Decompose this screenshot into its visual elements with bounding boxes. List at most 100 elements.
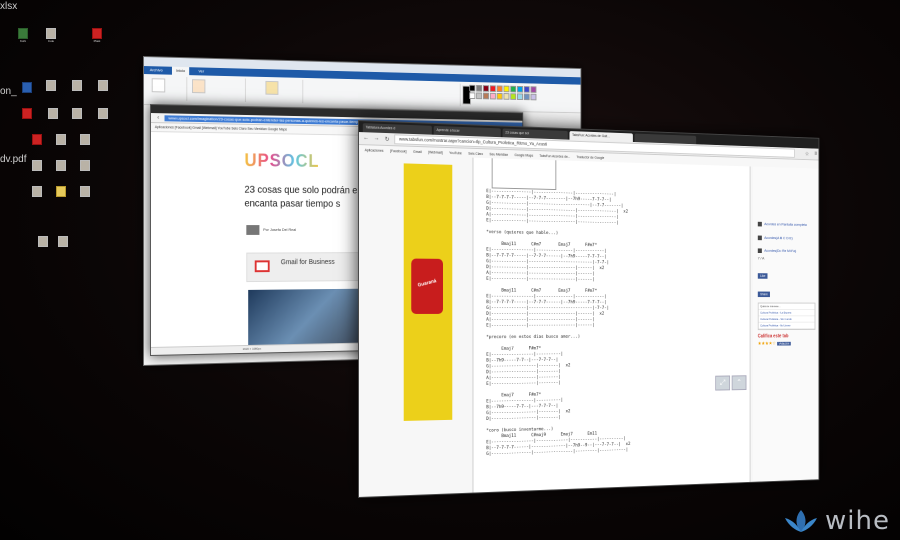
file-icon (22, 82, 32, 93)
desktop-icon[interactable] (24, 186, 50, 198)
color-swatch[interactable] (483, 85, 489, 92)
view-count: 7 / A (757, 255, 765, 261)
desktop-icon[interactable] (48, 134, 74, 146)
desktop-icon-label: Plast (93, 40, 101, 43)
desktop-icon[interactable] (50, 236, 76, 248)
color-swatch[interactable] (530, 93, 537, 101)
article-author: Por Josefa Del Real (246, 225, 296, 235)
stars[interactable]: ★★★★☆ (758, 341, 776, 347)
bookmark-item[interactable]: [Webmail] (428, 150, 442, 154)
chord-box (491, 158, 557, 191)
bookmark-item[interactable]: [Facebook] (390, 149, 406, 154)
desktop-icon[interactable] (24, 160, 50, 172)
select-icon[interactable] (192, 79, 206, 94)
gmail-ad[interactable]: Gmail for Business (246, 252, 368, 283)
file-icon (58, 236, 68, 247)
color-swatch[interactable] (489, 85, 496, 92)
color-swatch[interactable] (510, 85, 517, 93)
file-icon (32, 186, 42, 197)
color-swatch[interactable] (523, 93, 530, 101)
sidebar: Acordes en Pantalla completa Acordes(A B… (752, 166, 819, 482)
color-swatch[interactable] (489, 92, 496, 100)
share-button[interactable]: Share (757, 291, 771, 297)
bookmark-item[interactable]: YouTube (449, 151, 462, 155)
bookmark-item[interactable]: Aplicaciones (365, 148, 384, 153)
desktop-file-label[interactable]: xlsx (0, 2, 17, 12)
desktop-icon[interactable]: Plast (84, 28, 110, 43)
desktop-icon[interactable] (48, 160, 74, 172)
star-icon[interactable]: ☆ (804, 150, 810, 157)
desktop-icon[interactable] (90, 108, 116, 120)
color-swatch[interactable] (530, 86, 537, 93)
desktop-icon[interactable]: Cole (38, 28, 64, 43)
chords-link[interactable]: Acordes(A B C D E) (757, 236, 819, 242)
bookmark-item[interactable]: Gmail (413, 149, 422, 153)
desktop-icon[interactable] (72, 186, 98, 198)
color-swatch[interactable] (517, 85, 523, 93)
reload-icon[interactable]: ↻ (384, 135, 391, 142)
color-swatch[interactable] (469, 84, 476, 92)
color-swatch[interactable] (496, 92, 503, 100)
desktop-icon[interactable] (40, 108, 66, 120)
like-button[interactable]: Like (757, 273, 768, 279)
color-swatch[interactable] (483, 92, 489, 100)
guarana-ad[interactable]: Guaraná (403, 163, 453, 421)
clipboard-group (147, 76, 188, 101)
vote-button[interactable]: Votación (777, 341, 791, 346)
scroll-up-icon[interactable]: ⌃ (731, 375, 747, 391)
bookmark-item[interactable]: Seis Claro (468, 151, 483, 155)
file-icon (80, 160, 90, 171)
gmail-icon (254, 260, 270, 273)
desktop-icon[interactable] (90, 80, 116, 92)
color-swatch[interactable] (503, 93, 510, 100)
browser-window-front[interactable]: Tablatura Acordes d Aprende a tocar 23 c… (358, 120, 820, 498)
file-icon (56, 134, 66, 145)
menu-icon[interactable]: ≡ (813, 151, 819, 157)
rate-heading: Califica este tab (757, 333, 789, 340)
file-icon (32, 160, 42, 171)
back-icon[interactable]: ← (363, 135, 370, 141)
tab-sheet: E|----------------|----------------|----… (472, 157, 751, 493)
lotus-logo-icon (785, 510, 818, 532)
pencil-icon[interactable] (265, 80, 279, 95)
back-icon[interactable]: ‹ (155, 115, 162, 121)
desktop-icon[interactable] (72, 134, 98, 146)
ad-brand: Guaraná (417, 278, 438, 289)
file-icon (46, 80, 56, 91)
paste-icon[interactable] (151, 78, 166, 93)
color-swatch[interactable] (469, 92, 476, 100)
site-logo[interactable]: UPSOCL (244, 150, 319, 171)
color-swatch[interactable] (496, 85, 503, 93)
desktop-icon[interactable] (72, 160, 98, 172)
color-swatch[interactable] (503, 85, 510, 93)
bookmark-item[interactable]: Seu Meridian (489, 152, 508, 156)
color-swatch[interactable] (476, 84, 483, 92)
desktop-icon[interactable] (48, 186, 74, 198)
file-icon (98, 108, 108, 119)
ad-title: Gmail for Business (280, 259, 335, 267)
fullscreen-link[interactable]: Acordes en Pantalla completa (757, 222, 819, 228)
fullscreen-icon[interactable]: ⤢ (715, 375, 731, 391)
bookmark-item[interactable]: Google Maps (514, 153, 533, 157)
bookmark-item[interactable]: Traductor de Google (576, 155, 604, 160)
related-song-link[interactable]: Cultura Profética - Ilo Llovez (758, 322, 815, 330)
chords-link[interactable]: Acordes(Do Re Mi Fa) (757, 248, 819, 254)
color-swatch[interactable] (476, 92, 483, 100)
desktop: xlsx on_ dv.pdf Kohi Cole Plast Archivo In… (0, 0, 900, 540)
desktop-icon[interactable] (64, 108, 90, 120)
star-rating[interactable]: ★★★★☆ Votación (758, 341, 819, 347)
file-icon (32, 134, 42, 145)
color-swatch[interactable] (517, 93, 523, 101)
bookmark-item[interactable]: TabsFun Acordes de... (539, 154, 570, 159)
desktop-file-label[interactable]: dv.pdf (0, 155, 27, 165)
desktop-icon[interactable] (14, 108, 40, 120)
file-icon (56, 160, 66, 171)
desktop-icon[interactable] (64, 80, 90, 92)
forward-icon[interactable]: → (373, 136, 380, 142)
color-swatch[interactable] (523, 86, 530, 93)
desktop-icon[interactable] (38, 80, 64, 92)
desktop-icon[interactable] (24, 134, 50, 146)
desktop-icon[interactable]: Kohi (10, 28, 36, 43)
desktop-icon[interactable] (14, 82, 40, 94)
color-swatch[interactable] (510, 93, 517, 100)
